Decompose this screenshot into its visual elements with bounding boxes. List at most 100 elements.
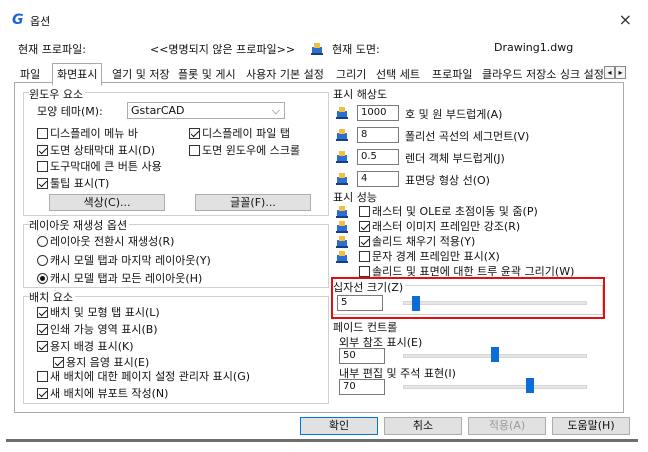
checkbox-label: 솔리드 채우기 적용(Y) <box>372 235 476 248</box>
resolution-icon <box>336 173 348 185</box>
font-button[interactable]: 글꼴(F)... <box>195 194 311 211</box>
apply-button[interactable]: 적용(A) <box>468 417 546 435</box>
checkbox-box[interactable] <box>189 127 200 139</box>
radio-cache-all-layouts[interactable]: 캐시 모델 탭과 모든 레이아웃(H) <box>37 270 202 286</box>
layout-elements-title: 배치 요소 <box>29 289 75 305</box>
window-elements-title: 윈도우 요소 <box>29 86 86 102</box>
checkbox-raster-ole-pan-zoom[interactable]: 래스터 및 OLE로 초점이동 및 줌(P) <box>359 203 538 219</box>
tab-scroll-right-icon[interactable]: ▸ <box>615 66 626 79</box>
tab-open-save[interactable]: 열기 및 저장 <box>112 66 170 82</box>
checkbox-box[interactable] <box>53 356 64 368</box>
checkbox-label: 인쇄 가능 영역 표시(B) <box>50 323 158 336</box>
checkbox-box[interactable] <box>37 144 48 156</box>
ok-button[interactable]: 확인 <box>300 417 378 435</box>
checkbox-solid-fill[interactable]: 솔리드 채우기 적용(Y) <box>359 233 475 249</box>
render-smoothness-label: 렌더 객체 부드럽게(J) <box>405 152 505 165</box>
resolution-icon <box>336 107 348 119</box>
checkbox-create-viewport[interactable]: 새 배치에 뷰포트 작성(N) <box>37 385 168 401</box>
checkbox-box[interactable] <box>37 160 48 172</box>
radio-button[interactable] <box>37 272 48 284</box>
display-resolution-title: 표시 해상도 <box>333 86 390 102</box>
inplace-fade-slider-thumb[interactable] <box>526 378 535 393</box>
theme-select-value: GstarCAD <box>131 104 185 117</box>
checkbox-text-boundary[interactable]: 문자 경계 프레임만 표시(X) <box>359 248 500 264</box>
checkbox-display-menubar[interactable]: 디스플레이 메뉴 바 <box>37 125 138 141</box>
radio-label: 레이아웃 전환시 재생성(R) <box>50 235 175 248</box>
radio-button[interactable] <box>37 254 48 266</box>
polyline-segments-input[interactable]: 8 <box>357 127 399 143</box>
performance-icon <box>336 236 348 248</box>
radio-cache-last-layout[interactable]: 캐시 모델 탭과 마지막 레이아웃(Y) <box>37 252 211 268</box>
checkbox-paper-background[interactable]: 용지 배경 표시(K) <box>37 338 134 354</box>
inplace-fade-slider-track[interactable] <box>403 385 587 389</box>
checkbox-label: 디스플레이 메뉴 바 <box>50 127 138 140</box>
checkbox-box[interactable] <box>359 235 370 247</box>
checkbox-box[interactable] <box>359 250 370 262</box>
tab-strip: 파일 화면표시 열기 및 저장 플롯 및 게시 사용자 기본 설정 그리기 선택… <box>14 63 624 86</box>
cancel-button[interactable]: 취소 <box>384 417 462 435</box>
inplace-fade-input[interactable]: 70 <box>339 379 385 395</box>
checkbox-label: 도면 윈도우에 스크롤 <box>202 144 301 157</box>
contour-lines-label: 표면당 형상 선(O) <box>405 174 490 187</box>
checkbox-raster-frame-highlight[interactable]: 래스터 이미지 프레임만 강조(R) <box>359 218 520 234</box>
checkbox-label: 도구막대에 큰 버튼 사용 <box>50 160 162 173</box>
crosshair-highlight-box <box>331 277 605 319</box>
checkbox-label: 디스플레이 파일 탭 <box>202 127 290 140</box>
title-bar: G 옵션 × <box>6 6 638 32</box>
profile-row: 현재 프로파일: <<명명되지 않은 프로파일>> 현재 도면: Drawing… <box>14 41 634 57</box>
checkbox-label: 문자 경계 프레임만 표시(X) <box>372 250 500 263</box>
render-smoothness-input[interactable]: 0.5 <box>357 149 399 165</box>
drawing-icon <box>311 43 323 55</box>
checkbox-show-tooltips[interactable]: 툴팁 표시(T) <box>37 175 109 191</box>
display-tab-panel: 윈도우 요소 모양 테마(M): GstarCAD ⌵ 디스플레이 메뉴 바 디… <box>14 83 624 413</box>
checkbox-label: 새 배치에 대한 페이지 설정 관리자 표시(G) <box>50 370 251 383</box>
checkbox-scroll-bars[interactable]: 도면 윈도우에 스크롤 <box>189 142 300 158</box>
tab-scroll-left-icon[interactable]: ◂ <box>604 66 615 79</box>
color-button[interactable]: 색상(C)... <box>49 194 165 211</box>
checkbox-box[interactable] <box>37 127 48 139</box>
checkbox-printable-area[interactable]: 인쇄 가능 영역 표시(B) <box>37 321 158 337</box>
checkbox-box[interactable] <box>359 205 370 217</box>
tab-scroll-arrows: ◂ ▸ <box>604 66 626 79</box>
checkbox-display-file-tabs[interactable]: 디스플레이 파일 탭 <box>189 125 290 141</box>
checkbox-label: 용지 배경 표시(K) <box>50 340 134 353</box>
checkbox-box[interactable] <box>37 177 48 189</box>
checkbox-label: 도면 상태막대 표시(D) <box>50 144 156 157</box>
radio-regen-on-switch[interactable]: 레이아웃 전환시 재생성(R) <box>37 233 174 249</box>
checkbox-large-buttons[interactable]: 도구막대에 큰 버튼 사용 <box>37 158 162 174</box>
checkbox-layout-model-tabs[interactable]: 배치 및 모형 탭 표시(L) <box>37 304 160 320</box>
checkbox-box[interactable] <box>37 323 48 335</box>
checkbox-box[interactable] <box>359 265 370 277</box>
checkbox-page-setup-manager[interactable]: 새 배치에 대한 페이지 설정 관리자 표시(G) <box>37 368 250 384</box>
gstarcad-app-icon: G <box>12 12 24 28</box>
checkbox-box[interactable] <box>37 387 48 399</box>
current-drawing-label: 현재 도면: <box>332 43 380 56</box>
checkbox-box[interactable] <box>37 370 48 382</box>
checkbox-drawing-status-bar[interactable]: 도면 상태막대 표시(D) <box>37 142 155 158</box>
help-button[interactable]: 도움말(H) <box>552 417 630 435</box>
tab-files[interactable]: 파일 <box>20 66 40 82</box>
tab-profiles[interactable]: 프로파일 <box>432 66 472 82</box>
checkbox-box[interactable] <box>37 306 48 318</box>
checkbox-box[interactable] <box>189 144 200 156</box>
radio-button[interactable] <box>37 235 48 247</box>
xref-fade-input[interactable]: 50 <box>339 348 385 364</box>
tab-user-preferences[interactable]: 사용자 기본 설정 <box>246 66 324 82</box>
radio-label: 캐시 모델 탭과 모든 레이아웃(H) <box>50 272 203 285</box>
current-profile-value: <<명명되지 않은 프로파일>> <box>150 43 296 56</box>
tab-drafting[interactable]: 그리기 <box>336 66 366 82</box>
window-title: 옵션 <box>30 15 51 28</box>
tab-selection[interactable]: 선택 세트 <box>376 66 420 82</box>
tab-plot-publish[interactable]: 플롯 및 게시 <box>178 66 236 82</box>
checkbox-label: 래스터 및 OLE로 초점이동 및 줌(P) <box>372 205 538 218</box>
tab-cloud-sync[interactable]: 클라우드 저장소 싱크 설정 <box>482 66 604 82</box>
contour-lines-input[interactable]: 4 <box>357 171 399 187</box>
arc-smoothness-input[interactable]: 1000 <box>357 105 399 121</box>
xref-fade-slider-thumb[interactable] <box>491 347 499 362</box>
checkbox-box[interactable] <box>37 340 48 352</box>
close-button[interactable]: × <box>619 10 632 29</box>
current-drawing-value: Drawing1.dwg <box>494 41 574 54</box>
radio-label: 캐시 모델 탭과 마지막 레이아웃(Y) <box>50 254 211 267</box>
checkbox-box[interactable] <box>359 220 370 232</box>
theme-select[interactable]: GstarCAD ⌵ <box>127 102 285 119</box>
